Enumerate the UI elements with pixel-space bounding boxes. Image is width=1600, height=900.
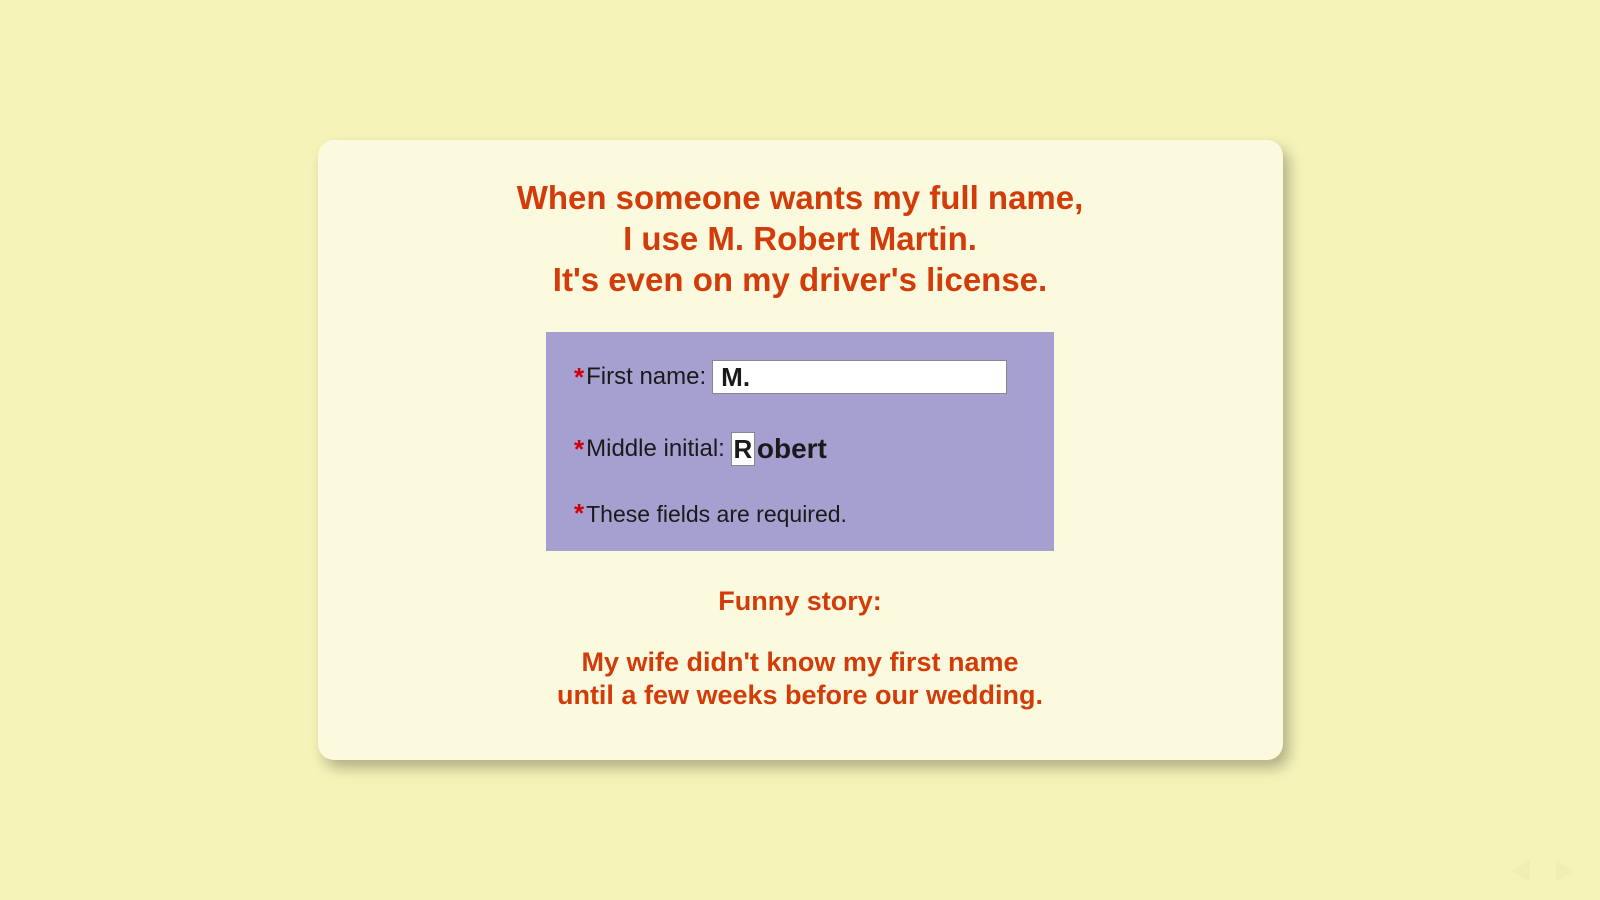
- headline-line: It's even on my driver's license.: [358, 260, 1243, 301]
- required-star-icon: *: [574, 498, 584, 528]
- headline-line: When someone wants my full name,: [358, 178, 1243, 219]
- slide-card: When someone wants my full name, I use M…: [318, 140, 1283, 761]
- middle-initial-input[interactable]: [731, 432, 755, 466]
- middle-initial-wrap: obert: [731, 432, 827, 466]
- footer-line: My wife didn't know my first name: [358, 646, 1243, 679]
- first-name-row: * First name:: [574, 360, 1026, 394]
- middle-initial-label: Middle initial:: [586, 435, 725, 463]
- required-note-text: These fields are required.: [586, 501, 847, 527]
- footer-line: until a few weeks before our wedding.: [358, 679, 1243, 712]
- nav-arrows: [1512, 860, 1574, 882]
- middle-initial-overflow-text: obert: [757, 433, 827, 465]
- next-slide-icon[interactable]: [1556, 860, 1574, 882]
- prev-slide-icon[interactable]: [1512, 860, 1530, 882]
- required-note-row: *These fields are required.: [574, 498, 1026, 529]
- form-panel: * First name: * Middle initial: obert *T…: [546, 332, 1054, 551]
- headline-block: When someone wants my full name, I use M…: [358, 178, 1243, 301]
- first-name-input[interactable]: [712, 360, 1007, 394]
- middle-initial-row: * Middle initial: obert: [574, 432, 1026, 466]
- footer-intro: Funny story:: [358, 585, 1243, 618]
- headline-line: I use M. Robert Martin.: [358, 219, 1243, 260]
- first-name-label: First name:: [586, 363, 706, 391]
- required-star-icon: *: [574, 434, 584, 465]
- required-star-icon: *: [574, 362, 584, 393]
- footer-block: Funny story: My wife didn't know my firs…: [358, 585, 1243, 712]
